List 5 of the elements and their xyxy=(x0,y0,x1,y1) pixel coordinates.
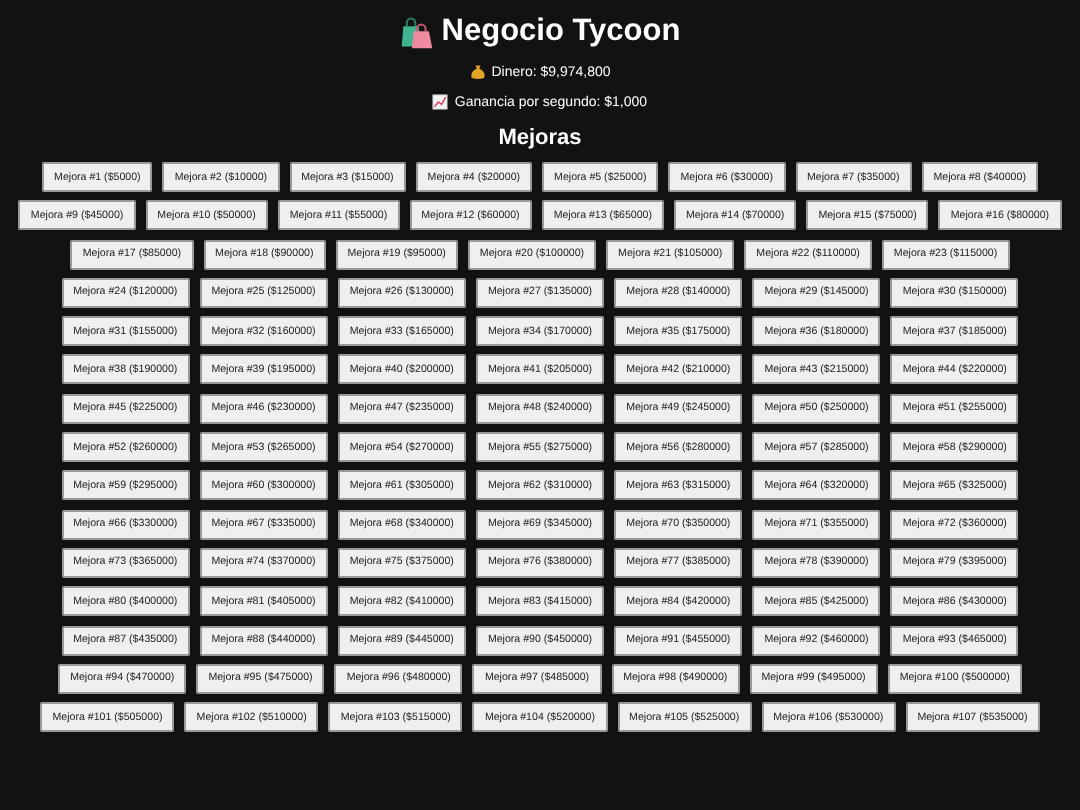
money-bag-icon xyxy=(469,64,486,80)
chart-icon xyxy=(432,94,449,110)
shopping-bags-icon xyxy=(399,15,434,49)
app-title: Negocio Tycoon xyxy=(441,14,681,50)
section-heading: Mejoras xyxy=(498,126,582,150)
